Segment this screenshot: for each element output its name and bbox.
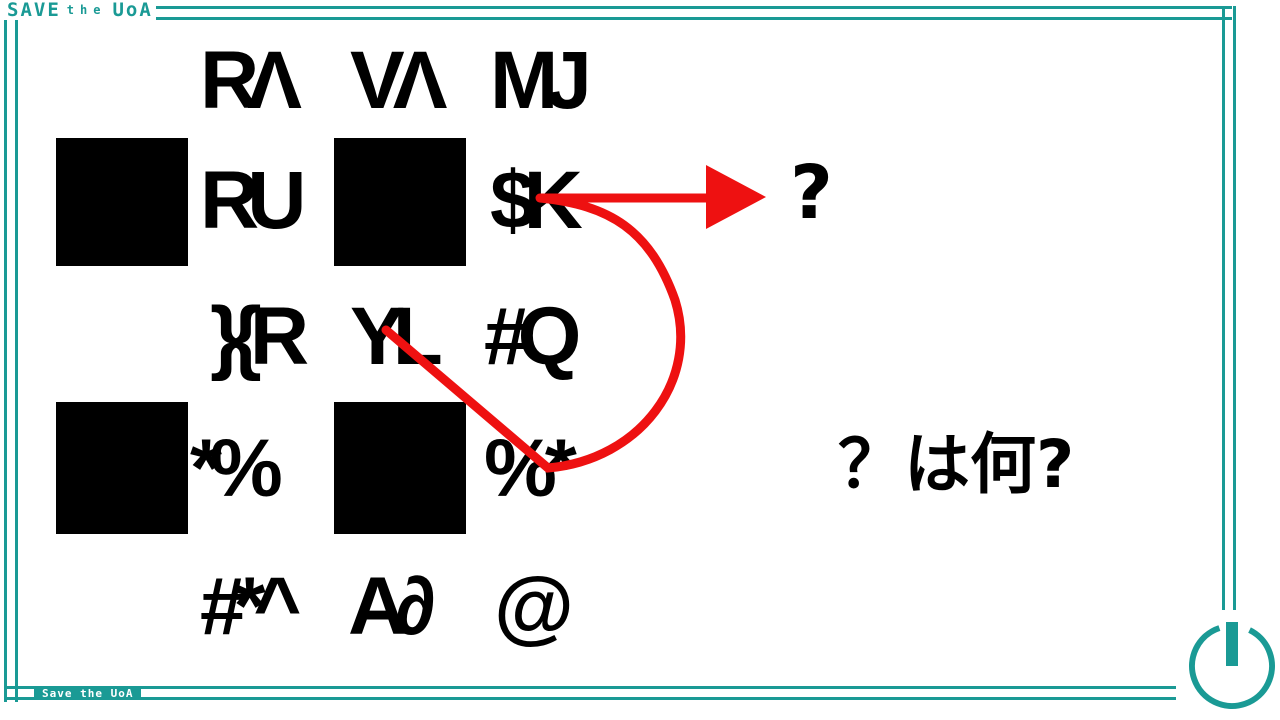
cell-r5c3: A∂: [348, 561, 436, 652]
cell-r5c4: @: [494, 561, 574, 652]
masked-cell-r4c3: [334, 402, 466, 534]
cell-r4c2: *%: [190, 423, 283, 514]
cell-r3c2: }{R: [210, 291, 309, 382]
frame-bottom-border: [4, 686, 1176, 700]
cell-r1c3: VΛ: [350, 35, 447, 126]
footer-label: Save the UoA: [34, 688, 142, 700]
cell-r2c2: RU: [200, 155, 306, 246]
frame-left-border: [4, 6, 18, 702]
cell-r3c3: YL: [350, 291, 443, 382]
header-title: SAVE the UoA: [4, 0, 156, 21]
cell-r5c2: #*^: [200, 561, 301, 652]
title-uoa: UoA: [112, 0, 153, 21]
target-unknown: ?: [790, 150, 833, 236]
arrow-head-icon: [706, 165, 766, 229]
masked-cell-r4c1: [56, 402, 188, 534]
power-icon[interactable]: [1186, 620, 1278, 712]
cell-r4c4: %*: [484, 423, 577, 514]
cell-r1c2: RΛ: [200, 35, 302, 126]
frame-right-border: [1222, 6, 1236, 610]
question-text: ？は何?: [838, 426, 1075, 503]
cell-r2c4: $K: [490, 155, 583, 246]
masked-cell-r2c1: [56, 138, 188, 266]
frame-top-border: [4, 6, 1232, 20]
masked-cell-r2c3: [334, 138, 466, 266]
cell-r3c4: #Q: [484, 291, 581, 382]
path-arrow: [381, 165, 766, 473]
title-the: the: [66, 3, 107, 17]
title-save: SAVE: [7, 0, 61, 21]
cell-r1c4: MJ: [490, 35, 592, 126]
